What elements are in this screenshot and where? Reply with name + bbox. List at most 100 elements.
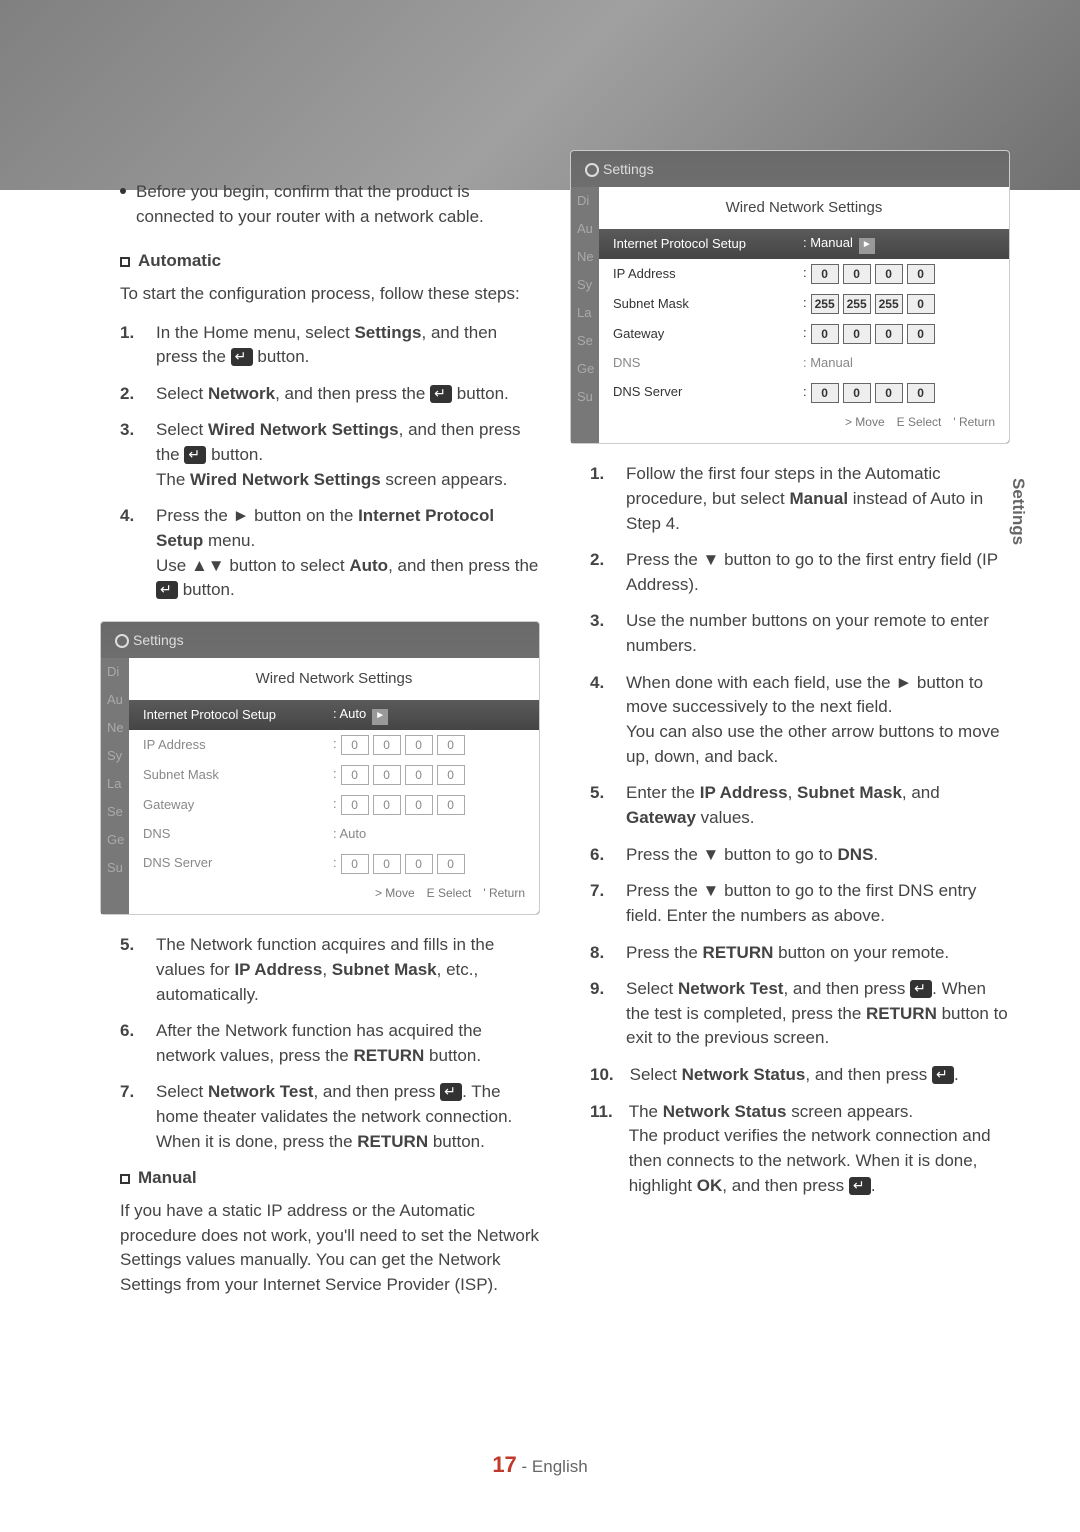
ss-label: IP Address bbox=[143, 736, 333, 755]
automatic-intro: To start the configuration process, foll… bbox=[120, 282, 540, 307]
step-number: 8. bbox=[590, 941, 610, 966]
octet-field: 0 bbox=[373, 795, 401, 815]
pre-note-text: Before you begin, confirm that the produ… bbox=[136, 180, 540, 229]
octet-field: 0 bbox=[437, 765, 465, 785]
ss-side-item: Di bbox=[571, 187, 599, 215]
step-number: 11. bbox=[590, 1100, 613, 1199]
enter-icon bbox=[156, 581, 178, 599]
step-item: 11.The Network Status screen appears.The… bbox=[590, 1100, 1010, 1199]
page-language: English bbox=[532, 1457, 588, 1476]
ss-side-item: Ne bbox=[101, 714, 129, 742]
step-number: 1. bbox=[120, 321, 140, 370]
octet-field: 255 bbox=[811, 294, 839, 314]
bullet-icon bbox=[120, 188, 126, 194]
step-item: 1.Follow the first four steps in the Aut… bbox=[590, 462, 1010, 536]
ss-row: DNS Server: 0000 bbox=[599, 378, 1009, 408]
ss-row: DNS: Auto bbox=[129, 820, 539, 849]
step-item: 8.Press the RETURN button on your remote… bbox=[590, 941, 1010, 966]
ss-footer-hint: E Select bbox=[427, 886, 472, 900]
ss-side-item: Au bbox=[571, 215, 599, 243]
ss-title: Wired Network Settings bbox=[599, 187, 1009, 229]
screenshot-auto: SettingsDiAuNeSyLaSeGeSuWired Network Se… bbox=[100, 621, 540, 915]
automatic-heading: Automatic bbox=[120, 249, 540, 274]
step-number: 4. bbox=[120, 504, 140, 603]
screenshot-manual: SettingsDiAuNeSyLaSeGeSuWired Network Se… bbox=[570, 150, 1010, 444]
page-number: 17 bbox=[492, 1452, 516, 1477]
ss-footer: > MoveE Select' Return bbox=[599, 408, 1009, 437]
enter-icon bbox=[440, 1083, 462, 1101]
step-number: 10. bbox=[590, 1063, 614, 1088]
step-text: Follow the first four steps in the Autom… bbox=[626, 462, 1010, 536]
ss-label: DNS Server bbox=[613, 383, 803, 402]
ss-row: Internet Protocol Setup: Auto► bbox=[129, 700, 539, 730]
step-number: 6. bbox=[590, 843, 610, 868]
ss-sidebar: DiAuNeSyLaSeGeSu bbox=[101, 658, 129, 914]
octet-field: 0 bbox=[405, 795, 433, 815]
ss-label: Gateway bbox=[143, 796, 333, 815]
octet-field: 0 bbox=[341, 735, 369, 755]
ss-header: Settings bbox=[101, 622, 539, 658]
page-lang-sep: - bbox=[522, 1457, 532, 1476]
step-item: 6.After the Network function has acquire… bbox=[120, 1019, 540, 1068]
step-item: 6. Press the ▼ button to go to DNS. bbox=[590, 843, 1010, 868]
octet-field: 0 bbox=[875, 324, 903, 344]
step-number: 3. bbox=[590, 609, 610, 658]
octet-field: 0 bbox=[373, 765, 401, 785]
octet-field: 0 bbox=[811, 264, 839, 284]
ss-side-item: Ge bbox=[101, 826, 129, 854]
ss-main: Wired Network SettingsInternet Protocol … bbox=[129, 658, 539, 914]
ss-row: Internet Protocol Setup: Manual► bbox=[599, 229, 1009, 259]
ss-side-item: Di bbox=[101, 658, 129, 686]
step-item: 3.Use the number buttons on your remote … bbox=[590, 609, 1010, 658]
step-text: When done with each field, use the ► but… bbox=[626, 671, 1010, 770]
ss-value: : Manual bbox=[803, 354, 995, 373]
step-item: 4.When done with each field, use the ► b… bbox=[590, 671, 1010, 770]
gear-icon bbox=[115, 634, 129, 648]
octet-field: 0 bbox=[405, 854, 433, 874]
step-number: 3. bbox=[120, 418, 140, 492]
step-item: 5.The Network function acquires and fill… bbox=[120, 933, 540, 1007]
ss-row: Subnet Mask: 0000 bbox=[129, 760, 539, 790]
step-text: Select Network Test, and then press . Wh… bbox=[626, 977, 1010, 1051]
octet-field: 0 bbox=[341, 854, 369, 874]
octet-field: 255 bbox=[843, 294, 871, 314]
octet-field: 0 bbox=[843, 383, 871, 403]
octet-field: 0 bbox=[907, 294, 935, 314]
ss-footer-hint: E Select bbox=[897, 415, 942, 429]
ss-side-item: Su bbox=[571, 383, 599, 411]
octet-field: 0 bbox=[811, 324, 839, 344]
enter-icon bbox=[231, 348, 253, 366]
octet-field: 0 bbox=[875, 383, 903, 403]
enter-icon bbox=[932, 1066, 954, 1084]
step-text: Press the ▼ button to go to DNS. bbox=[626, 843, 1010, 868]
chevron-right-icon: ► bbox=[859, 238, 875, 254]
enter-icon bbox=[910, 980, 932, 998]
ss-header: Settings bbox=[571, 151, 1009, 187]
automatic-steps: 1. In the Home menu, select Settings, and… bbox=[120, 321, 540, 603]
step-text: In the Home menu, select Settings, and t… bbox=[156, 321, 540, 370]
ss-row: Gateway: 0000 bbox=[129, 790, 539, 820]
ss-value: : Auto bbox=[333, 825, 525, 844]
enter-icon bbox=[849, 1177, 871, 1195]
ss-label: DNS bbox=[143, 825, 333, 844]
octet-field: 0 bbox=[437, 854, 465, 874]
manual-steps: 1.Follow the first four steps in the Aut… bbox=[590, 462, 1010, 1198]
step-item: 2.Press the ▼ button to go to the first … bbox=[590, 548, 1010, 597]
ss-side-item: Sy bbox=[571, 271, 599, 299]
chevron-right-icon: ► bbox=[372, 709, 388, 725]
step-text: Select Network, and then press the butto… bbox=[156, 382, 540, 407]
ss-label: DNS Server bbox=[143, 854, 333, 873]
step-text: Press the ▼ button to go to the first en… bbox=[626, 548, 1010, 597]
step-item: 9.Select Network Test, and then press . … bbox=[590, 977, 1010, 1051]
square-bullet-icon bbox=[120, 257, 130, 267]
step-number: 6. bbox=[120, 1019, 140, 1068]
step-item: 7.Press the ▼ button to go to the first … bbox=[590, 879, 1010, 928]
octet-field: 0 bbox=[405, 735, 433, 755]
octet-field: 255 bbox=[875, 294, 903, 314]
enter-icon bbox=[430, 385, 452, 403]
step-number: 1. bbox=[590, 462, 610, 536]
octet-field: 0 bbox=[437, 795, 465, 815]
step-number: 2. bbox=[120, 382, 140, 407]
step-item: 3.Select Wired Network Settings, and the… bbox=[120, 418, 540, 492]
octet-field: 0 bbox=[341, 795, 369, 815]
